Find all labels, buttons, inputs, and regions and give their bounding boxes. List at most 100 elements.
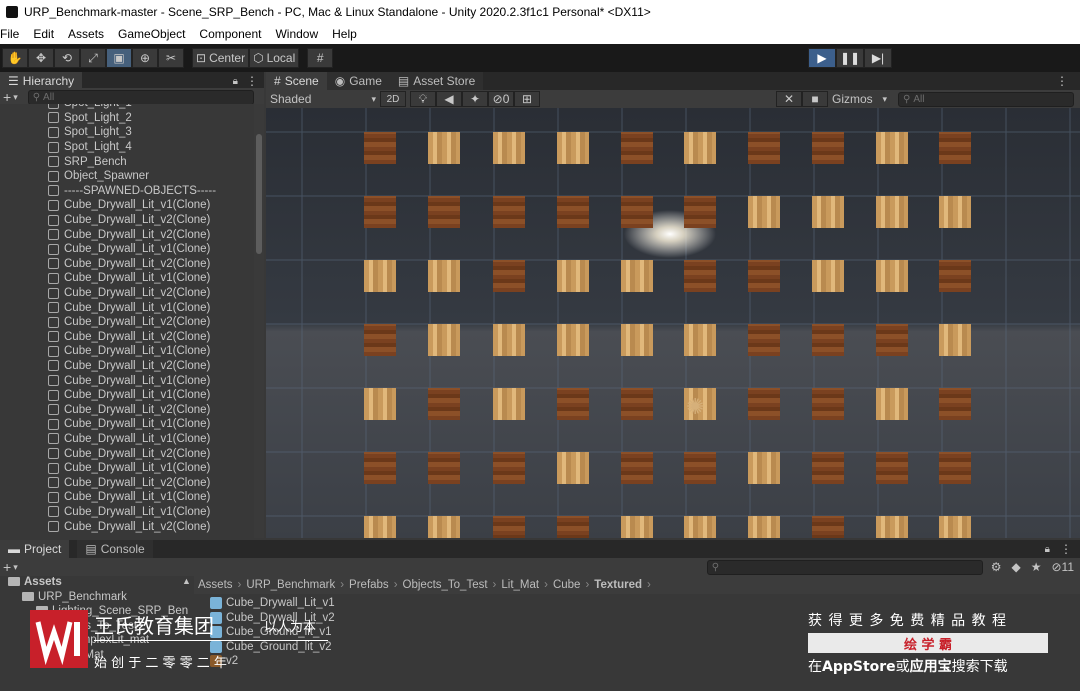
camera-icon[interactable]: ■ xyxy=(802,91,828,107)
cube-object[interactable] xyxy=(748,324,780,356)
grid-snap-icon[interactable]: # xyxy=(307,48,334,68)
hierarchy-item[interactable]: Cube_Drywall_Lit_v1(Clone) xyxy=(0,432,254,447)
move-tool-icon[interactable]: ✥ xyxy=(28,48,54,68)
cube-object[interactable] xyxy=(748,260,780,292)
rect-tool-icon[interactable]: ▣ xyxy=(106,48,132,68)
hierarchy-item[interactable]: Cube_Drywall_Lit_v2(Clone) xyxy=(0,402,254,417)
hierarchy-item[interactable]: Cube_Drywall_Lit_v1(Clone) xyxy=(0,300,254,315)
cube-object[interactable] xyxy=(939,260,971,292)
hierarchy-item[interactable]: Cube_Drywall_Lit_v2(Clone) xyxy=(0,475,254,490)
cube-object[interactable] xyxy=(748,516,780,538)
cube-object[interactable] xyxy=(621,516,653,538)
cube-object[interactable] xyxy=(364,196,396,228)
add-icon[interactable]: + xyxy=(3,89,11,105)
cube-object[interactable] xyxy=(557,196,589,228)
cube-object[interactable] xyxy=(493,516,525,538)
breadcrumb-item[interactable]: Prefabs xyxy=(349,579,389,591)
cube-object[interactable] xyxy=(493,196,525,228)
menu-edit[interactable]: Edit xyxy=(33,27,54,41)
scene-search-input[interactable]: ⚲ All xyxy=(898,91,1074,107)
hierarchy-item[interactable]: Cube_Drywall_Lit_v2(Clone) xyxy=(0,227,254,242)
hierarchy-item[interactable]: Cube_Drywall_Lit_v1(Clone) xyxy=(0,344,254,359)
hierarchy-item[interactable]: Cube_Drywall_Lit_v2(Clone) xyxy=(0,257,254,272)
cube-object[interactable] xyxy=(812,260,844,292)
cube-object[interactable] xyxy=(684,516,716,538)
tree-collapse-icon[interactable]: ▲ xyxy=(182,576,191,586)
hierarchy-item[interactable]: Cube_Drywall_Lit_v1(Clone) xyxy=(0,461,254,476)
cube-object[interactable] xyxy=(364,388,396,420)
project-lock-icon[interactable]: 🔒︎ xyxy=(1045,544,1050,555)
cube-object[interactable] xyxy=(812,196,844,228)
hierarchy-item[interactable]: Cube_Drywall_Lit_v1(Clone) xyxy=(0,417,254,432)
cube-object[interactable] xyxy=(621,260,653,292)
hierarchy-item[interactable]: Cube_Drywall_Lit_v2(Clone) xyxy=(0,330,254,345)
breadcrumb-item[interactable]: Cube xyxy=(553,579,581,591)
cube-object[interactable] xyxy=(493,260,525,292)
cube-object[interactable] xyxy=(428,324,460,356)
project-tree-item[interactable]: URP_Benchmark xyxy=(22,591,127,603)
cube-object[interactable] xyxy=(428,516,460,538)
scene-viewport[interactable]: ✺ xyxy=(266,108,1080,538)
cube-object[interactable] xyxy=(748,132,780,164)
step-button[interactable]: ▶| xyxy=(864,48,892,68)
breadcrumb-item[interactable]: URP_Benchmark xyxy=(246,579,335,591)
tab-asset-store[interactable]: ▤ Asset Store xyxy=(389,72,484,90)
tools-icon[interactable]: ✕ xyxy=(776,91,802,107)
play-button[interactable]: ▶ xyxy=(808,48,836,68)
rotate-tool-icon[interactable]: ⟲ xyxy=(54,48,80,68)
cube-object[interactable] xyxy=(876,452,908,484)
cube-object[interactable] xyxy=(812,132,844,164)
cube-object[interactable] xyxy=(428,132,460,164)
hierarchy-item[interactable]: Cube_Drywall_Lit_v2(Clone) xyxy=(0,286,254,301)
project-add-chevron-icon[interactable]: ▾ xyxy=(13,562,18,573)
hierarchy-item[interactable]: -----SPAWNED-OBJECTS----- xyxy=(0,184,254,199)
hierarchy-item[interactable]: Cube_Drywall_Lit_v1(Clone) xyxy=(0,490,254,505)
cube-object[interactable] xyxy=(748,452,780,484)
cube-object[interactable] xyxy=(364,452,396,484)
hierarchy-item[interactable]: Object_Spawner xyxy=(0,169,254,184)
cube-object[interactable] xyxy=(684,452,716,484)
tab-project[interactable]: ▬ Project xyxy=(0,540,70,558)
effects-toggle-icon[interactable]: ✦ xyxy=(462,91,488,107)
more-options-icon[interactable]: ⋮ xyxy=(246,74,258,88)
cube-object[interactable] xyxy=(621,452,653,484)
cube-object[interactable] xyxy=(428,452,460,484)
cube-object[interactable] xyxy=(557,132,589,164)
cube-object[interactable] xyxy=(876,324,908,356)
pause-button[interactable]: ❚❚ xyxy=(836,48,864,68)
cube-object[interactable] xyxy=(684,132,716,164)
tab-console[interactable]: ▤ Console xyxy=(77,540,153,558)
cube-object[interactable] xyxy=(364,516,396,538)
cube-object[interactable] xyxy=(812,324,844,356)
shading-mode-dropdown[interactable]: Shaded ▾ xyxy=(266,91,376,107)
hierarchy-item[interactable]: Spot_Light_3 xyxy=(0,125,254,140)
hierarchy-item[interactable]: Cube_Drywall_Lit_v2(Clone) xyxy=(0,315,254,330)
cube-object[interactable] xyxy=(364,260,396,292)
cube-object[interactable] xyxy=(364,132,396,164)
menu-help[interactable]: Help xyxy=(332,27,357,41)
cube-object[interactable] xyxy=(557,324,589,356)
cube-object[interactable] xyxy=(812,388,844,420)
cube-object[interactable] xyxy=(621,324,653,356)
audio-toggle-icon[interactable]: ◀︎ xyxy=(436,91,462,107)
toggle-2d-button[interactable]: 2D xyxy=(380,91,406,107)
project-more-options-icon[interactable]: ⋮ xyxy=(1060,542,1072,556)
hand-tool-icon[interactable]: ✋ xyxy=(2,48,28,68)
hierarchy-item[interactable]: Cube_Drywall_Lit_v2(Clone) xyxy=(0,213,254,228)
lock-icon[interactable]: 🔒︎ xyxy=(233,76,238,87)
cube-object[interactable] xyxy=(557,388,589,420)
hierarchy-item[interactable]: Cube_Drywall_Lit_v1(Clone) xyxy=(0,242,254,257)
menu-component[interactable]: Component xyxy=(199,27,261,41)
cube-object[interactable] xyxy=(812,452,844,484)
pivot-local-button[interactable]: ⬡ Local xyxy=(249,48,300,68)
tab-game[interactable]: ◉ Game xyxy=(326,72,390,90)
hierarchy-item[interactable]: Cube_Drywall_Lit_v2(Clone) xyxy=(0,519,254,534)
cube-object[interactable] xyxy=(939,324,971,356)
filter-type-icon[interactable]: ⚙ xyxy=(991,560,1002,574)
cube-object[interactable] xyxy=(621,388,653,420)
chevron-down-icon[interactable]: ▾ xyxy=(13,92,18,103)
cube-object[interactable] xyxy=(939,516,971,538)
cube-object[interactable] xyxy=(876,516,908,538)
grid-toggle-icon[interactable]: ⊞ xyxy=(514,91,540,107)
menu-window[interactable]: Window xyxy=(275,27,318,41)
